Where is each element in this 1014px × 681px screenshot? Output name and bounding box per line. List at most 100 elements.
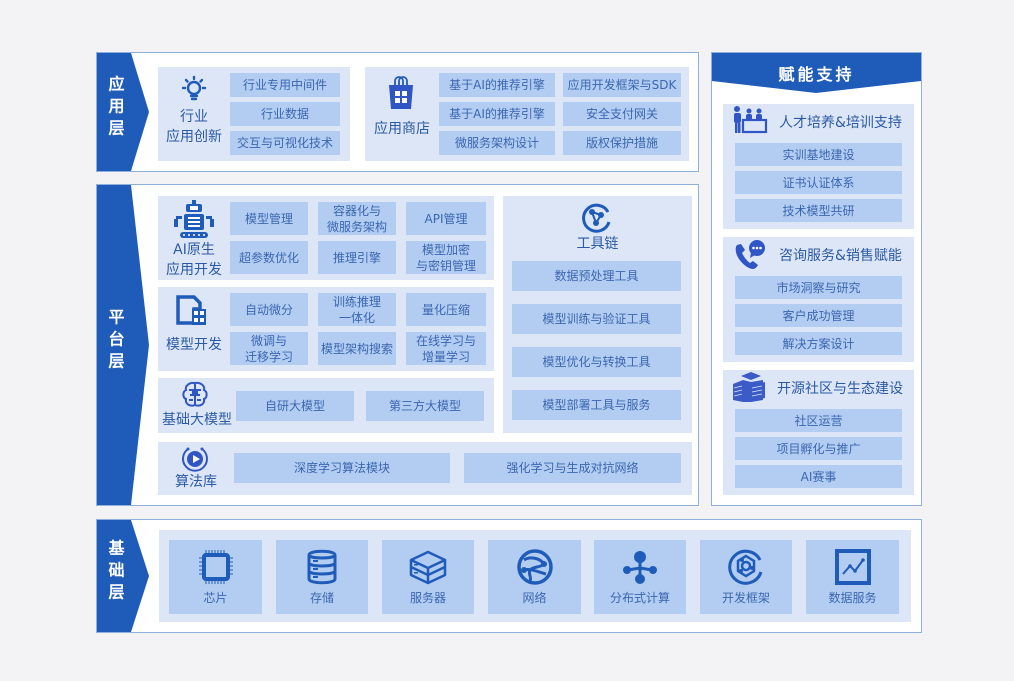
toolchain-title: 工具链 bbox=[576, 236, 619, 252]
toolchain-item[interactable]: 模型优化与转换工具 bbox=[512, 347, 681, 377]
support-group-title: 人才培养&培训支持 bbox=[779, 115, 902, 131]
base-item-server[interactable]: 服务器 bbox=[382, 540, 474, 614]
support-item[interactable]: 技术模型共研 bbox=[735, 199, 902, 222]
network-nodes-icon bbox=[581, 202, 613, 234]
industry-item[interactable]: 行业专用中间件 bbox=[230, 73, 340, 97]
ai-play-icon bbox=[180, 445, 210, 473]
phone-chat-icon bbox=[733, 239, 767, 271]
support-group-consulting: 咨询服务&销售赋能 市场洞察与研究 客户成功管理 解决方案设计 bbox=[723, 237, 914, 362]
store-item[interactable]: 版权保护措施 bbox=[563, 131, 681, 155]
shopping-bag-icon bbox=[385, 75, 417, 111]
lightbulb-icon bbox=[178, 75, 210, 103]
store-item[interactable]: 安全支付网关 bbox=[563, 102, 681, 126]
distributed-nodes-icon bbox=[621, 548, 659, 586]
base-item-label: 芯片 bbox=[203, 591, 228, 605]
support-item[interactable]: 市场洞察与研究 bbox=[735, 276, 902, 299]
industry-item[interactable]: 行业数据 bbox=[230, 102, 340, 126]
industry-title: 行业 应用创新 bbox=[166, 109, 222, 145]
ai-native-item[interactable]: 模型加密 与密钥管理 bbox=[406, 241, 486, 274]
base-item-chip[interactable]: 芯片 bbox=[169, 540, 262, 614]
ai-native-item[interactable]: API管理 bbox=[406, 202, 486, 235]
support-item[interactable]: 解决方案设计 bbox=[735, 332, 902, 355]
store-item[interactable]: 基于AI的推荐引擎 bbox=[439, 102, 555, 126]
ai-native-item[interactable]: 超参数优化 bbox=[230, 241, 308, 274]
people-training-icon bbox=[732, 105, 768, 135]
algorithm-item[interactable]: 强化学习与生成对抗网络 bbox=[464, 453, 681, 483]
layer-tag-label: 应用层 bbox=[105, 75, 125, 142]
base-item-storage[interactable]: 存储 bbox=[276, 540, 368, 614]
layer-tag-application: 应用层 bbox=[97, 53, 151, 171]
globe-network-icon bbox=[516, 548, 554, 586]
server-icon bbox=[409, 548, 447, 586]
toolchain-panel: 工具链 数据预处理工具 模型训练与验证工具 模型优化与转换工具 模型部署工具与服… bbox=[503, 196, 692, 433]
ai-native-panel: AI原生 应用开发 模型管理 容器化与 微服务架构 API管理 超参数优化 推理引擎… bbox=[158, 196, 494, 280]
ai-native-title: AI原生 应用开发 bbox=[166, 242, 222, 278]
support-group-title: 咨询服务&销售赋能 bbox=[779, 248, 902, 264]
foundation-model-item[interactable]: 第三方大模型 bbox=[366, 391, 484, 421]
ai-native-item[interactable]: 容器化与 微服务架构 bbox=[318, 202, 396, 235]
base-item-distributed[interactable]: 分布式计算 bbox=[594, 540, 686, 614]
foundation-model-item[interactable]: 自研大模型 bbox=[236, 391, 354, 421]
support-header-title: 赋能支持 bbox=[778, 65, 855, 84]
application-layer: 应用层 行业 应用创新 行业专用中间件 行业数据 交互与可视化技术 应用商店 基于… bbox=[96, 52, 699, 172]
support-item[interactable]: 证书认证体系 bbox=[735, 171, 902, 194]
industry-panel: 行业 应用创新 行业专用中间件 行业数据 交互与可视化技术 bbox=[158, 67, 350, 161]
base-item-data-service[interactable]: 数据服务 bbox=[806, 540, 899, 614]
store-item[interactable]: 微服务架构设计 bbox=[439, 131, 555, 155]
industry-item[interactable]: 交互与可视化技术 bbox=[230, 131, 340, 155]
model-dev-item[interactable]: 量化压缩 bbox=[406, 293, 486, 326]
support-group-title: 开源社区与生态建设 bbox=[777, 381, 903, 397]
store-item[interactable]: 基于AI的推荐引擎 bbox=[439, 73, 555, 97]
foundation-model-panel: 基础大模型 自研大模型 第三方大模型 bbox=[158, 378, 494, 433]
model-dev-item[interactable]: 模型架构搜索 bbox=[318, 332, 396, 365]
model-dev-item[interactable]: 自动微分 bbox=[230, 293, 308, 326]
brain-icon bbox=[180, 380, 210, 410]
model-dev-item[interactable]: 微调与 迁移学习 bbox=[230, 332, 308, 365]
app-store-panel: 应用商店 基于AI的推荐引擎 应用开发框架与SDK 基于AI的推荐引擎 安全支付… bbox=[365, 67, 689, 161]
model-dev-title: 模型开发 bbox=[166, 337, 222, 353]
support-column: 赋能支持 人才培养&培训支持 实训基地建设 证书认证体系 技术模型共研 咨询服务… bbox=[711, 52, 922, 506]
algorithm-item[interactable]: 深度学习算法模块 bbox=[234, 453, 450, 483]
algorithm-library-panel: 算法库 深度学习算法模块 强化学习与生成对抗网络 bbox=[158, 442, 692, 495]
algorithm-library-title: 算法库 bbox=[175, 474, 217, 490]
buildings-icon bbox=[731, 370, 767, 404]
base-layer: 基础层 芯片 存储 服务器 网络 分布式计算 开发框架 数据服务 bbox=[96, 519, 922, 633]
base-item-label: 服务器 bbox=[409, 591, 446, 605]
robot-icon bbox=[172, 200, 216, 240]
model-dev-item[interactable]: 训练推理 一体化 bbox=[318, 293, 396, 326]
layer-tag-base: 基础层 bbox=[97, 520, 151, 632]
toolchain-item[interactable]: 数据预处理工具 bbox=[512, 261, 681, 291]
foundation-model-title: 基础大模型 bbox=[162, 412, 232, 428]
support-header: 赋能支持 bbox=[712, 53, 921, 95]
support-item[interactable]: 社区运营 bbox=[735, 409, 902, 432]
framework-icon bbox=[727, 548, 765, 586]
support-group-talent: 人才培养&培训支持 实训基地建设 证书认证体系 技术模型共研 bbox=[723, 104, 914, 229]
base-item-label: 开发框架 bbox=[721, 591, 770, 605]
base-item-label: 数据服务 bbox=[828, 591, 877, 605]
ai-native-item[interactable]: 模型管理 bbox=[230, 202, 308, 235]
support-item[interactable]: AI赛事 bbox=[735, 465, 902, 488]
layer-tag-label: 基础层 bbox=[105, 539, 125, 606]
model-dev-item[interactable]: 在线学习与 增量学习 bbox=[406, 332, 486, 365]
app-store-title: 应用商店 bbox=[374, 121, 430, 137]
model-dev-panel: 模型开发 自动微分 训练推理 一体化 量化压缩 微调与 迁移学习 模型架构搜索 在线… bbox=[158, 287, 494, 371]
base-item-label: 分布式计算 bbox=[609, 591, 670, 605]
base-item-framework[interactable]: 开发框架 bbox=[700, 540, 792, 614]
layer-tag-label: 平台层 bbox=[105, 308, 125, 375]
base-panel: 芯片 存储 服务器 网络 分布式计算 开发框架 数据服务 bbox=[159, 530, 911, 622]
chip-icon bbox=[197, 548, 235, 586]
base-item-label: 网络 bbox=[522, 591, 547, 605]
base-item-label: 存储 bbox=[309, 591, 334, 605]
support-item[interactable]: 项目孵化与推广 bbox=[735, 437, 902, 460]
store-item[interactable]: 应用开发框架与SDK bbox=[563, 73, 681, 97]
document-grid-icon bbox=[176, 295, 208, 327]
toolchain-item[interactable]: 模型训练与验证工具 bbox=[512, 304, 681, 334]
toolchain-item[interactable]: 模型部署工具与服务 bbox=[512, 390, 681, 420]
support-item[interactable]: 实训基地建设 bbox=[735, 143, 902, 166]
database-icon bbox=[303, 548, 341, 586]
base-item-network[interactable]: 网络 bbox=[488, 540, 581, 614]
support-group-opensource: 开源社区与生态建设 社区运营 项目孵化与推广 AI赛事 bbox=[723, 370, 914, 495]
layer-tag-platform: 平台层 bbox=[97, 185, 151, 505]
support-item[interactable]: 客户成功管理 bbox=[735, 304, 902, 327]
ai-native-item[interactable]: 推理引擎 bbox=[318, 241, 396, 274]
